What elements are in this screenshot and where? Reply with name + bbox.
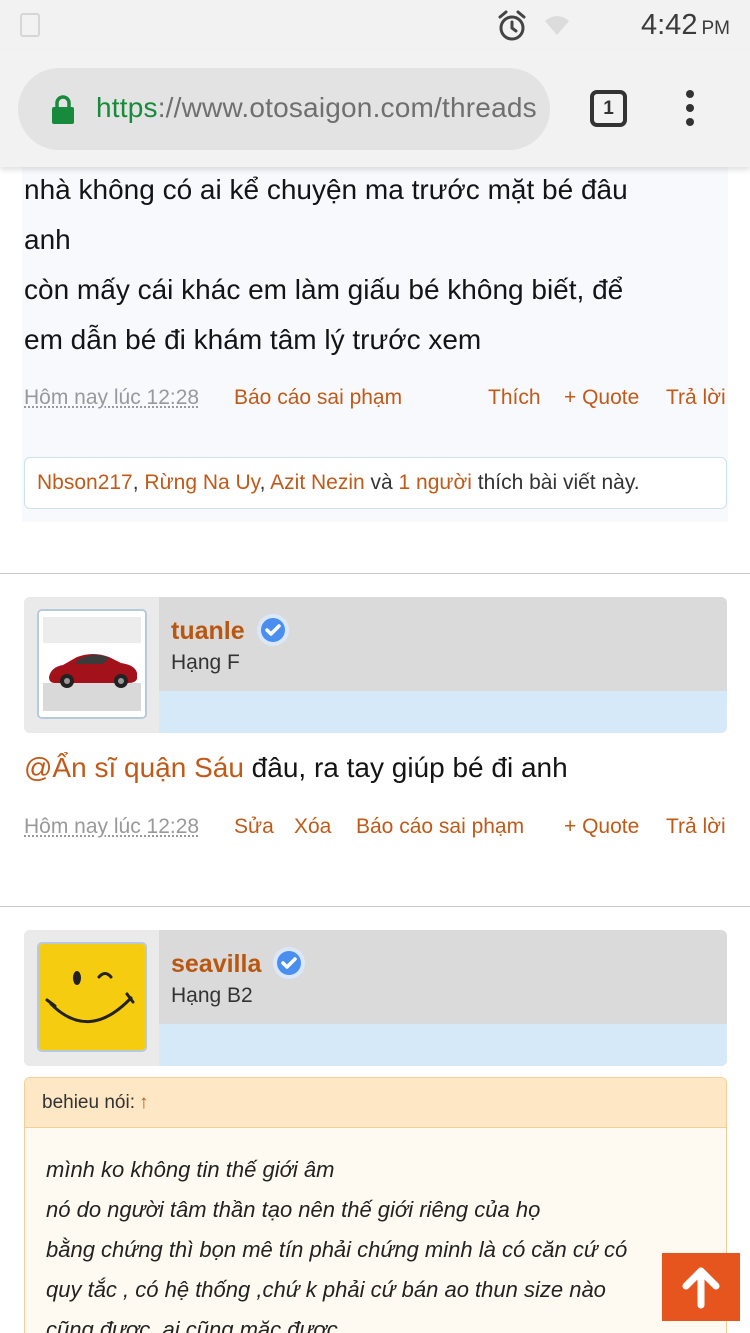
quote-jump-link[interactable]: ↑: [139, 1092, 149, 1113]
quote-author: behieu nói:: [42, 1092, 135, 1113]
tab-switcher-button[interactable]: 1: [590, 90, 627, 127]
quote-link[interactable]: + Quote: [564, 815, 639, 839]
clock-ampm: PM: [701, 18, 730, 39]
address-bar[interactable]: https://www.otosaigon.com/threads: [18, 68, 550, 150]
report-link[interactable]: Báo cáo sai phạm: [234, 386, 402, 410]
post-time-link[interactable]: Hôm nay lúc 12:28: [24, 815, 199, 839]
post-line: anh: [24, 224, 71, 255]
quote-line: bằng chứng thì bọn mê tín phải chứng min…: [46, 1237, 628, 1262]
post-divider: [0, 906, 750, 907]
quote-line: quy tắc , có hệ thống ,chứ k phải cứ bán…: [46, 1277, 606, 1302]
quote-line: mình ko không tin thế giới âm: [46, 1157, 335, 1182]
liker-link[interactable]: Nbson217: [37, 471, 133, 494]
quote-line: nó do người tâm thần tạo nên thế giới ri…: [46, 1197, 541, 1222]
status-bar: 4:42 PM: [0, 0, 750, 50]
edit-link[interactable]: Sửa: [234, 815, 274, 839]
car-avatar-image: [39, 611, 145, 717]
notification-icon: [20, 13, 40, 37]
post-line: em dẫn bé đi khám tâm lý trước xem: [24, 324, 482, 355]
reply-link[interactable]: Trả lời: [666, 386, 726, 410]
post-line: còn mấy cái khác em làm giấu bé không bi…: [24, 274, 624, 305]
liker-link[interactable]: Rừng Na Uy: [144, 471, 259, 494]
post-time-link[interactable]: Hôm nay lúc 12:28: [24, 386, 199, 410]
alarm-clock-icon: [498, 10, 526, 41]
url-rest: ://www.otosaigon.com/threads: [157, 92, 536, 123]
user-card-footer: [159, 691, 727, 733]
quote-link[interactable]: + Quote: [564, 386, 639, 410]
avatar-area: [24, 597, 159, 733]
user-card: seavilla Hạng B2: [24, 930, 727, 1066]
reply-link[interactable]: Trả lời: [666, 815, 726, 839]
user-card: tuanle Hạng F: [24, 597, 727, 733]
quote-text: mình ko không tin thế giới âm nó do ngườ…: [46, 1150, 627, 1333]
wifi-icon: [545, 16, 569, 35]
user-rank: Hạng B2: [171, 984, 253, 1007]
likes-separator: ,: [259, 471, 271, 494]
username-link[interactable]: seavilla: [171, 950, 261, 979]
username-link[interactable]: tuanle: [171, 617, 245, 646]
scroll-top-button[interactable]: [662, 1253, 740, 1321]
likes-suffix: thích bài viết này.: [471, 471, 640, 494]
avatar[interactable]: [37, 942, 147, 1052]
quote-header: behieu nói: ↑: [25, 1078, 726, 1128]
like-link[interactable]: Thích: [488, 386, 541, 410]
more-vert-icon[interactable]: [686, 90, 696, 132]
lock-icon: [52, 95, 74, 124]
mention-link[interactable]: @Ẩn sĩ quận Sáu: [24, 752, 244, 783]
quote-line: cũng được, ai cũng mặc được: [46, 1317, 338, 1333]
user-card-footer: [159, 1024, 727, 1066]
avatar[interactable]: [37, 609, 147, 719]
likes-and: và: [364, 471, 399, 494]
browser-toolbar: https://www.otosaigon.com/threads 1: [0, 50, 750, 167]
user-rank: Hạng F: [171, 651, 240, 674]
avatar-area: [24, 930, 159, 1066]
clock: 4:42 PM: [641, 9, 730, 42]
delete-link[interactable]: Xóa: [294, 815, 331, 839]
report-link[interactable]: Báo cáo sai phạm: [356, 815, 524, 839]
liker-link[interactable]: Azit Nezin: [270, 471, 365, 494]
post-line: đâu, ra tay giúp bé đi anh: [243, 752, 568, 783]
clock-time: 4:42: [641, 9, 698, 41]
post-line: nhà không có ai kể chuyện ma trước mặt b…: [24, 174, 628, 205]
likes-others-link[interactable]: 1 người: [399, 471, 472, 494]
url-text[interactable]: https://www.otosaigon.com/threads: [96, 92, 536, 124]
url-scheme: https: [96, 92, 158, 123]
verified-badge-icon: [257, 614, 289, 646]
quote-block: behieu nói: ↑ mình ko không tin thế giới …: [24, 1077, 727, 1333]
verified-badge-icon: [273, 947, 305, 979]
likes-separator: ,: [132, 471, 145, 494]
post-message: nhà không có ai kể chuyện ma trước mặt b…: [24, 165, 628, 365]
post-message: @Ẩn sĩ quận Sáu đâu, ra tay giúp bé đi a…: [24, 743, 568, 793]
likes-summary: Nbson217, Rừng Na Uy, Azit Nezin và 1 ng…: [24, 457, 727, 509]
arrow-up-icon: [682, 1267, 720, 1309]
post-divider: [0, 573, 750, 574]
smiley-avatar-image: [39, 944, 145, 1050]
